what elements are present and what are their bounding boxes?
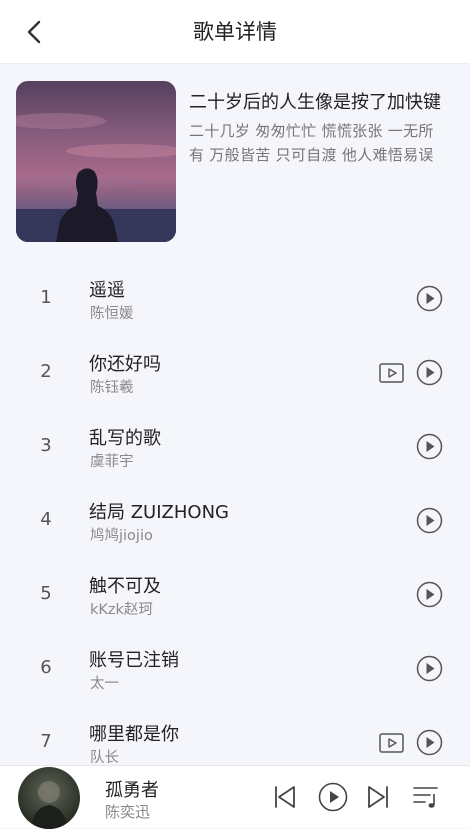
previous-track-icon[interactable] — [273, 784, 297, 810]
track-number: 5 — [40, 583, 52, 604]
playlist-queue-icon[interactable] — [412, 784, 440, 810]
track-row[interactable]: 5 触不可及 kKzk赵珂 — [0, 556, 470, 630]
play-circle-icon[interactable] — [416, 655, 443, 682]
track-number: 6 — [40, 657, 52, 678]
play-circle-icon[interactable] — [416, 433, 443, 460]
play-pause-icon[interactable] — [318, 782, 348, 812]
play-circle-icon[interactable] — [416, 285, 443, 312]
now-playing-title: 孤勇者 — [105, 780, 159, 801]
track-title: 遥遥 — [89, 280, 125, 301]
track-artist: 陈钰羲 — [90, 380, 134, 396]
track-title: 结局 ZUIZHONG — [89, 502, 229, 523]
track-number: 4 — [40, 509, 52, 530]
track-title: 哪里都是你 — [89, 724, 179, 745]
play-circle-icon[interactable] — [416, 581, 443, 608]
track-row[interactable]: 3 乱写的歌 虞菲宇 — [0, 408, 470, 482]
track-number: 2 — [40, 361, 52, 382]
play-circle-icon[interactable] — [416, 729, 443, 756]
playlist-description-line: 有 万般皆苦 只可自渡 他人难悟易误 — [189, 146, 434, 164]
video-mv-icon[interactable] — [379, 732, 404, 754]
playlist-cover-image[interactable] — [16, 81, 176, 242]
track-row[interactable]: 2 你还好吗 陈钰羲 — [0, 334, 470, 408]
next-track-icon[interactable] — [366, 784, 390, 810]
track-number: 3 — [40, 435, 52, 456]
track-title: 账号已注销 — [89, 650, 179, 671]
track-title: 你还好吗 — [89, 354, 161, 375]
now-playing-cover[interactable] — [18, 767, 80, 829]
track-number: 7 — [40, 731, 52, 752]
track-artist: 太一 — [90, 676, 119, 692]
track-list: 1 遥遥 陈恒媛 2 你还好吗 陈钰羲 3 乱写的歌 虞菲宇 4 结局 ZUIZ… — [0, 260, 470, 765]
track-row[interactable]: 7 哪里都是你 队长 — [0, 704, 470, 765]
track-artist: 队长 — [90, 750, 119, 765]
track-row[interactable]: 4 结局 ZUIZHONG 鸠鸠jiojio — [0, 482, 470, 556]
track-title: 触不可及 — [89, 576, 161, 597]
now-playing-artist: 陈奕迅 — [105, 803, 151, 821]
header-bar: 歌单详情 — [0, 0, 470, 64]
play-circle-icon[interactable] — [416, 359, 443, 386]
playlist-description-line: 二十几岁 匆匆忙忙 慌慌张张 一无所 — [189, 122, 434, 140]
track-artist: 陈恒媛 — [90, 306, 134, 322]
track-row[interactable]: 6 账号已注销 太一 — [0, 630, 470, 704]
track-row[interactable]: 1 遥遥 陈恒媛 — [0, 260, 470, 334]
playlist-description: 二十几岁 匆匆忙忙 慌慌张张 一无所 有 万般皆苦 只可自渡 他人难悟易误 — [189, 119, 451, 167]
mini-player-bar: 孤勇者 陈奕迅 — [0, 765, 470, 829]
playlist-header: 二十岁后的人生像是按了加快键 二十几岁 匆匆忙忙 慌慌张张 一无所 有 万般皆苦… — [0, 64, 470, 260]
track-artist: 虞菲宇 — [90, 454, 134, 470]
track-artist: kKzk赵珂 — [90, 602, 153, 618]
playlist-title: 二十岁后的人生像是按了加快键 — [189, 92, 441, 113]
track-title: 乱写的歌 — [89, 428, 161, 449]
play-circle-icon[interactable] — [416, 507, 443, 534]
track-number: 1 — [40, 287, 52, 308]
page-title: 歌单详情 — [193, 20, 277, 44]
video-mv-icon[interactable] — [379, 362, 404, 384]
track-artist: 鸠鸠jiojio — [90, 528, 153, 544]
